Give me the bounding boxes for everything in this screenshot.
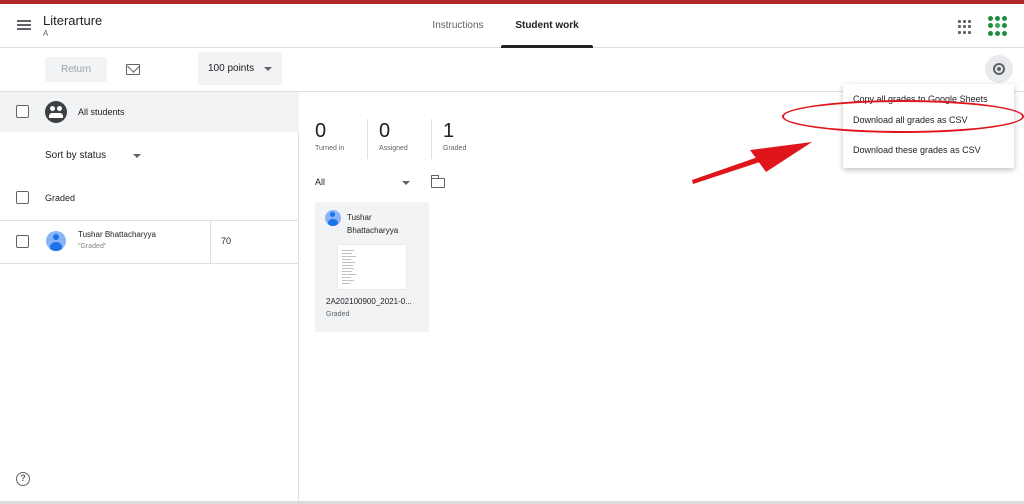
filter-label: All [315, 177, 326, 187]
attachment-thumbnail[interactable] [337, 244, 407, 290]
stat-divider [367, 119, 368, 159]
stat-divider [431, 119, 432, 159]
card-status: Graded [326, 311, 350, 318]
apps-grid-icon[interactable] [958, 20, 972, 34]
menu-item-download-these-csv[interactable]: Download these grades as CSV [853, 145, 981, 155]
card-student-last-name: Bhattacharyya [347, 226, 399, 235]
stat-label: Turned in [315, 145, 345, 152]
attachment-filename: 2A202100900_2021-0... [326, 297, 412, 306]
email-icon[interactable] [126, 64, 140, 75]
student-name: Tushar Bhattacharyya [78, 230, 156, 239]
gear-icon [993, 63, 1005, 75]
student-work-card[interactable]: Tushar Bhattacharyya 2A202100900_2021-0.… [315, 202, 429, 332]
caret-down-icon [133, 154, 141, 158]
tab-instructions[interactable]: Instructions [421, 4, 495, 48]
student-list-panel: All students Sort by status Graded Tusha… [0, 92, 299, 504]
return-button[interactable]: Return [45, 57, 107, 82]
grade-value[interactable]: 70 [221, 236, 231, 246]
graded-group-label: Graded [45, 193, 76, 203]
filter-select[interactable]: All [315, 176, 411, 190]
stat-label: Graded [443, 145, 467, 152]
account-avatar[interactable] [988, 16, 1008, 36]
student-row[interactable]: Tushar Bhattacharyya "Graded" 70 [0, 220, 299, 264]
sort-select[interactable]: Sort by status [45, 148, 145, 164]
all-students-label: All students [78, 107, 125, 117]
stat-number: 0 [379, 120, 391, 142]
settings-button[interactable] [985, 55, 1013, 83]
caret-down-icon [264, 67, 272, 71]
student-status: "Graded" [78, 243, 107, 250]
student-avatar [46, 231, 66, 251]
red-arrow-icon [692, 142, 812, 184]
classroom-page: Literarture A Instructions Student work … [0, 0, 1024, 504]
header: Literarture A Instructions Student work [0, 4, 1024, 48]
caret-down-icon [402, 181, 410, 185]
class-section: A [43, 29, 49, 38]
student-checkbox[interactable] [16, 235, 29, 248]
stat-turned-in: 0 Turned in [315, 120, 344, 152]
menu-icon[interactable] [16, 16, 34, 34]
points-label: 100 points [208, 63, 255, 74]
sort-label: Sort by status [45, 150, 107, 161]
group-icon [45, 101, 67, 123]
card-student-first-name: Tushar [347, 213, 372, 222]
points-select[interactable]: 100 points [198, 52, 282, 85]
all-students-checkbox[interactable] [16, 105, 29, 118]
help-icon[interactable]: ? [16, 472, 30, 486]
stat-number: 1 [443, 120, 455, 142]
stat-number: 0 [315, 120, 327, 142]
stat-graded: 1 Graded [443, 120, 466, 152]
highlight-ellipse [782, 100, 1024, 133]
graded-group-checkbox[interactable] [16, 191, 29, 204]
stat-assigned: 0 Assigned [379, 120, 408, 152]
class-title[interactable]: Literarture [43, 13, 102, 28]
tab-student-work[interactable]: Student work [501, 4, 593, 48]
grade-divider [210, 221, 211, 263]
stat-label: Assigned [379, 145, 408, 152]
student-avatar [325, 210, 341, 226]
folder-icon[interactable] [430, 175, 445, 188]
all-students-row[interactable]: All students [0, 92, 299, 132]
